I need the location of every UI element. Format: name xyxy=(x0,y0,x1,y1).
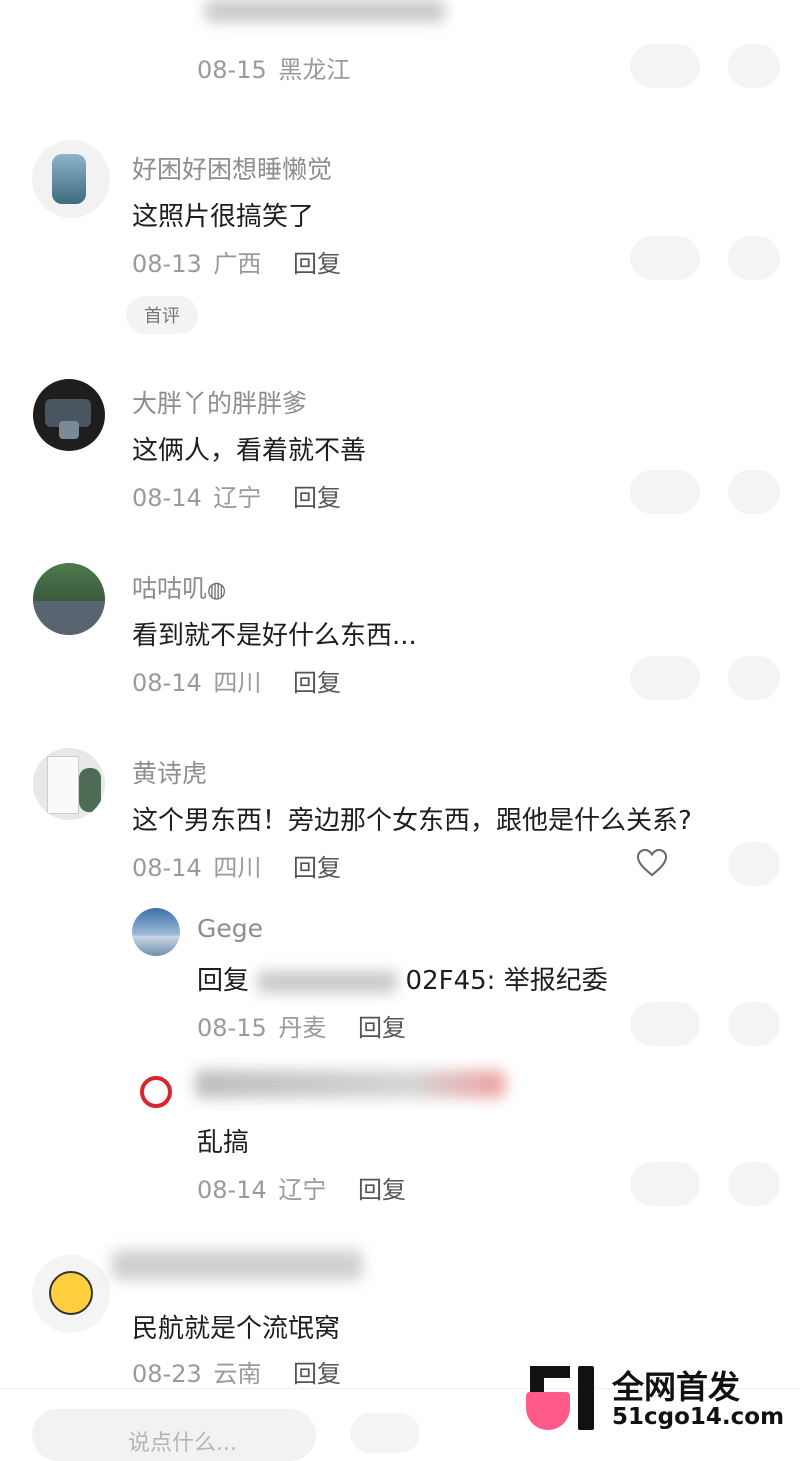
heart-icon[interactable] xyxy=(636,848,668,878)
comment-location: 四川 xyxy=(213,854,262,882)
comment-location: 四川 xyxy=(213,669,262,697)
watermark-title: 全网首发 xyxy=(612,1368,741,1406)
comment-date: 08-15 xyxy=(197,56,267,84)
comment-date: 08-15 xyxy=(197,1014,267,1042)
blurred-username xyxy=(112,1250,362,1280)
like-button-ghost[interactable] xyxy=(630,44,700,88)
watermark-logo xyxy=(522,1362,604,1434)
comment-meta: 08-15 丹麦 回复 xyxy=(197,1008,406,1043)
emoji-icon: ◍ xyxy=(207,578,227,603)
like-button-ghost[interactable] xyxy=(630,1002,700,1046)
comment-date: 08-14 xyxy=(197,1176,267,1204)
reply-button[interactable]: 回复 xyxy=(293,1360,341,1388)
comment-meta: 08-23 云南 回复 xyxy=(132,1354,341,1389)
avatar[interactable] xyxy=(132,908,180,956)
comment-location: 辽宁 xyxy=(213,484,262,512)
more-button-ghost[interactable] xyxy=(728,470,780,514)
comment-text: 民航就是个流氓窝 xyxy=(132,1314,341,1344)
reply-button[interactable]: 回复 xyxy=(358,1176,406,1204)
comment-meta: 08-14 辽宁 回复 xyxy=(197,1170,406,1205)
comment-username[interactable]: 黄诗虎 xyxy=(132,754,207,790)
blurred-username xyxy=(205,0,445,22)
comment-text: 这个男东西！旁边那个女东西，跟他是什么关系? xyxy=(132,806,692,836)
avatar[interactable] xyxy=(33,379,105,451)
reply-button[interactable]: 回复 xyxy=(358,1014,406,1042)
comment-location: 辽宁 xyxy=(278,1176,327,1204)
comment-input[interactable]: 说点什么... xyxy=(32,1409,316,1461)
comment-location: 黑龙江 xyxy=(278,56,351,84)
comment-meta: 08-14 四川 回复 xyxy=(132,663,341,698)
comment-meta: 08-15 黑龙江 xyxy=(197,50,350,85)
reply-button[interactable]: 回复 xyxy=(293,854,341,882)
reply-button[interactable]: 回复 xyxy=(293,669,341,697)
comment-text: 看到就不是好什么东西... xyxy=(132,621,417,651)
comment-text: 这俩人，看着就不善 xyxy=(132,436,367,466)
comment-text: 这照片很搞笑了 xyxy=(132,202,315,232)
comment-date: 08-23 xyxy=(132,1360,202,1388)
more-button-ghost[interactable] xyxy=(728,236,780,280)
reply-text: 乱搞 xyxy=(197,1128,250,1158)
watermark-url: 51cgo14.com xyxy=(612,1404,785,1430)
like-button-ghost[interactable] xyxy=(630,1162,700,1206)
comment-location: 丹麦 xyxy=(278,1014,327,1042)
like-button-ghost[interactable] xyxy=(630,470,700,514)
comment-input-placeholder: 说点什么... xyxy=(128,1431,237,1456)
reply-button[interactable]: 回复 xyxy=(293,250,341,278)
blurred-username xyxy=(195,1070,505,1098)
reply-username[interactable]: Gege xyxy=(197,914,263,943)
bottom-action-ghost[interactable] xyxy=(350,1413,420,1453)
comment-location: 云南 xyxy=(213,1360,262,1388)
laughing-emoji-icon xyxy=(49,1271,93,1315)
more-button-ghost[interactable] xyxy=(728,656,780,700)
avatar[interactable] xyxy=(32,1255,110,1333)
comment-location: 广西 xyxy=(213,250,262,278)
reply-text: 回复 02F45: 举报纪委 xyxy=(197,960,608,997)
avatar[interactable] xyxy=(33,563,105,635)
comment-date: 08-14 xyxy=(132,669,202,697)
more-button-ghost[interactable] xyxy=(728,1002,780,1046)
comment-username[interactable]: 好困好困想睡懒觉 xyxy=(132,150,332,186)
username-text: 咕咕叽 xyxy=(132,574,208,603)
reply-prefix: 回复 xyxy=(197,966,250,996)
avatar[interactable] xyxy=(32,140,110,218)
comment-date: 08-14 xyxy=(132,484,202,512)
blurred-username xyxy=(257,970,398,993)
comment-meta: 08-14 四川 回复 xyxy=(132,848,341,883)
first-comment-badge: 首评 xyxy=(126,296,198,334)
comment-date: 08-14 xyxy=(132,854,202,882)
comment-username[interactable]: 大胖丫的胖胖爹 xyxy=(132,384,307,420)
like-button-ghost[interactable] xyxy=(630,236,700,280)
more-button-ghost[interactable] xyxy=(728,1162,780,1206)
more-button-ghost[interactable] xyxy=(728,842,780,886)
comment-meta: 08-14 辽宁 回复 xyxy=(132,478,341,513)
avatar[interactable] xyxy=(33,748,105,820)
comment-username[interactable]: 咕咕叽◍ xyxy=(132,569,226,605)
avatar[interactable] xyxy=(132,1068,180,1116)
reply-content: 02F45: 举报纪委 xyxy=(405,966,608,996)
reply-button[interactable]: 回复 xyxy=(293,484,341,512)
comment-date: 08-13 xyxy=(132,250,202,278)
comment-meta: 08-13 广西 回复 xyxy=(132,244,341,279)
more-button-ghost[interactable] xyxy=(728,44,780,88)
like-button-ghost[interactable] xyxy=(630,656,700,700)
